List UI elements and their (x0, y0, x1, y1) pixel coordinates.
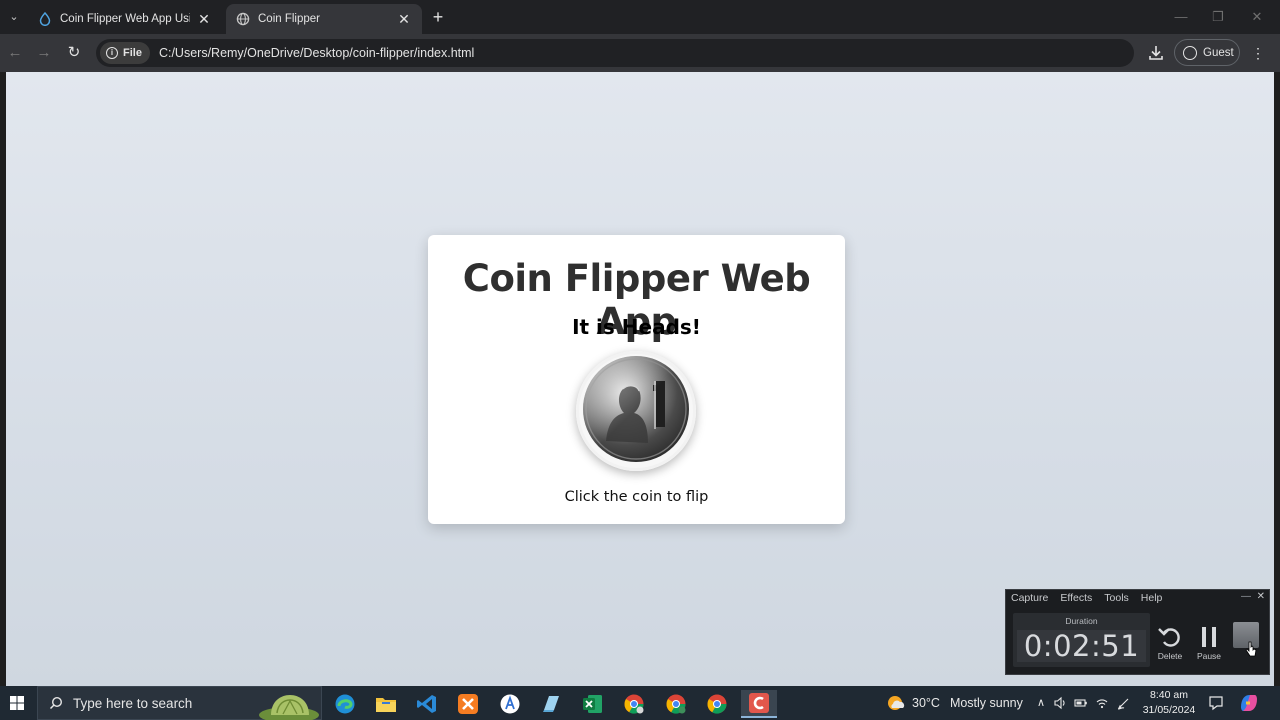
weather-temp: 30°C (912, 696, 940, 710)
windows-logo-icon (10, 696, 24, 710)
search-placeholder: Type here to search (73, 695, 193, 711)
search-icon (49, 696, 63, 710)
address-bar[interactable]: i File C:/Users/Remy/OneDrive/Desktop/co… (96, 39, 1134, 67)
notifications-icon[interactable] (1208, 695, 1224, 711)
tab-coin-flipper-article[interactable]: Coin Flipper Web App Using HT ✕ (28, 4, 222, 34)
start-button[interactable] (0, 686, 34, 720)
copilot-icon[interactable] (1238, 693, 1260, 713)
profile-label: Guest (1203, 46, 1234, 59)
notepad-icon (543, 696, 559, 712)
restore-icon[interactable]: ❐ (1200, 6, 1236, 28)
excel-icon (583, 695, 602, 713)
pen-icon[interactable] (1117, 696, 1131, 710)
clock-time: 8:40 am (1150, 689, 1188, 701)
battery-icon[interactable] (1074, 696, 1088, 710)
recorder-minimize-icon[interactable]: — (1241, 591, 1251, 602)
info-icon: i (106, 47, 118, 59)
pause-label: Pause (1196, 651, 1222, 661)
show-hidden-icons-chevron-icon[interactable]: ∧ (1034, 696, 1048, 710)
weather-condition: Mostly sunny (949, 696, 1023, 710)
edge-app-icon[interactable] (331, 690, 359, 718)
chrome-icon (624, 694, 644, 714)
duration-label: Duration (1065, 616, 1098, 626)
notes-app-icon[interactable] (537, 690, 565, 718)
assistant-app-icon[interactable] (496, 690, 524, 718)
folder-icon (376, 698, 396, 712)
duration-value: 0:02:51 (1017, 630, 1146, 662)
vscode-app-icon[interactable] (413, 690, 441, 718)
recorder-menu-bar: Capture Effects Tools Help (1006, 590, 1269, 606)
delete-label: Delete (1157, 651, 1183, 661)
camtasia-c-icon (749, 693, 769, 713)
duration-panel: Duration 0:02:51 (1013, 613, 1150, 667)
browser-toolbar: ← → ↻ i File C:/Users/Remy/OneDrive/Desk… (0, 34, 1280, 72)
pause-button[interactable]: Pause (1191, 623, 1227, 663)
edge-icon (335, 694, 355, 714)
reload-icon[interactable]: ↻ (63, 42, 85, 64)
chrome-profile-2-app-icon[interactable] (662, 690, 690, 718)
tab-title: Coin Flipper Web App Using HT (60, 13, 190, 25)
pause-icon (1202, 627, 1216, 647)
weather-sun-icon (888, 696, 905, 710)
taskbar: Type here to search 30°C Mostly sunny ∧ … (0, 686, 1280, 720)
minimize-icon[interactable]: — (1163, 6, 1199, 28)
coin-button[interactable] (576, 351, 696, 471)
wifi-icon[interactable] (1095, 696, 1109, 710)
window-close-icon[interactable]: ✕ (1239, 6, 1275, 28)
site-info-chip[interactable]: i File (100, 42, 150, 64)
menu-capture[interactable]: Capture (1011, 592, 1048, 604)
file-explorer-app-icon[interactable] (372, 690, 400, 718)
menu-help[interactable]: Help (1141, 592, 1163, 604)
drop-favicon-icon (39, 12, 51, 26)
taskbar-search-box[interactable]: Type here to search (37, 686, 322, 720)
volume-icon[interactable] (1053, 696, 1067, 710)
forward-arrow-icon[interactable]: → (33, 42, 55, 64)
flip-result: It is Heads! (572, 315, 701, 339)
weather-widget[interactable]: 30°C Mostly sunny (912, 686, 1023, 720)
menu-effects[interactable]: Effects (1060, 592, 1092, 604)
site-info-label: File (123, 47, 142, 59)
tab-close-icon[interactable]: ✕ (396, 11, 412, 27)
search-highlight-illustration-icon (259, 695, 319, 720)
vscode-icon (417, 695, 436, 713)
mouse-cursor-icon (1245, 641, 1257, 657)
tab-title: Coin Flipper (258, 13, 320, 25)
tab-search-chevron-icon[interactable]: ⌄ (4, 7, 24, 27)
tab-close-icon[interactable]: ✕ (196, 11, 212, 27)
globe-favicon-icon (236, 12, 250, 26)
xampp-icon (458, 694, 478, 714)
menu-tools[interactable]: Tools (1104, 592, 1129, 604)
new-tab-plus-icon[interactable]: + (428, 7, 448, 27)
taskbar-clock[interactable]: 8:40 am 31/05/2024 (1140, 688, 1198, 718)
coin-flipper-card: Coin Flipper Web App It is Heads! Click … (428, 235, 845, 524)
chrome-icon (666, 694, 686, 714)
url-text[interactable]: C:/Users/Remy/OneDrive/Desktop/coin-flip… (159, 46, 474, 60)
tab-coin-flipper[interactable]: Coin Flipper ✕ (226, 4, 422, 34)
screen-recorder-widget: Capture Effects Tools Help — ✕ Duration … (1005, 589, 1270, 675)
delete-button[interactable]: Delete (1152, 623, 1188, 663)
clock-date: 31/05/2024 (1142, 704, 1196, 716)
chrome-app-icon[interactable] (703, 690, 731, 718)
excel-app-icon[interactable] (579, 690, 607, 718)
more-menu-icon[interactable]: ⋮ (1250, 43, 1266, 63)
xampp-app-icon[interactable] (454, 690, 482, 718)
chrome-icon (707, 694, 727, 714)
chrome-profile-1-app-icon[interactable] (620, 690, 648, 718)
compass-a-icon (500, 694, 520, 714)
screen-recorder-app-icon[interactable] (741, 690, 777, 718)
profile-button[interactable]: Guest (1174, 39, 1240, 66)
tab-strip: ⌄ Coin Flipper Web App Using HT ✕ Coin F… (0, 0, 1280, 34)
profile-avatar-icon (1183, 45, 1197, 60)
download-icon[interactable] (1146, 43, 1166, 63)
undo-arrow-icon (1158, 628, 1180, 647)
back-arrow-icon[interactable]: ← (4, 42, 26, 64)
flip-hint: Click the coin to flip (564, 489, 709, 505)
recorder-close-icon[interactable]: ✕ (1257, 591, 1265, 602)
